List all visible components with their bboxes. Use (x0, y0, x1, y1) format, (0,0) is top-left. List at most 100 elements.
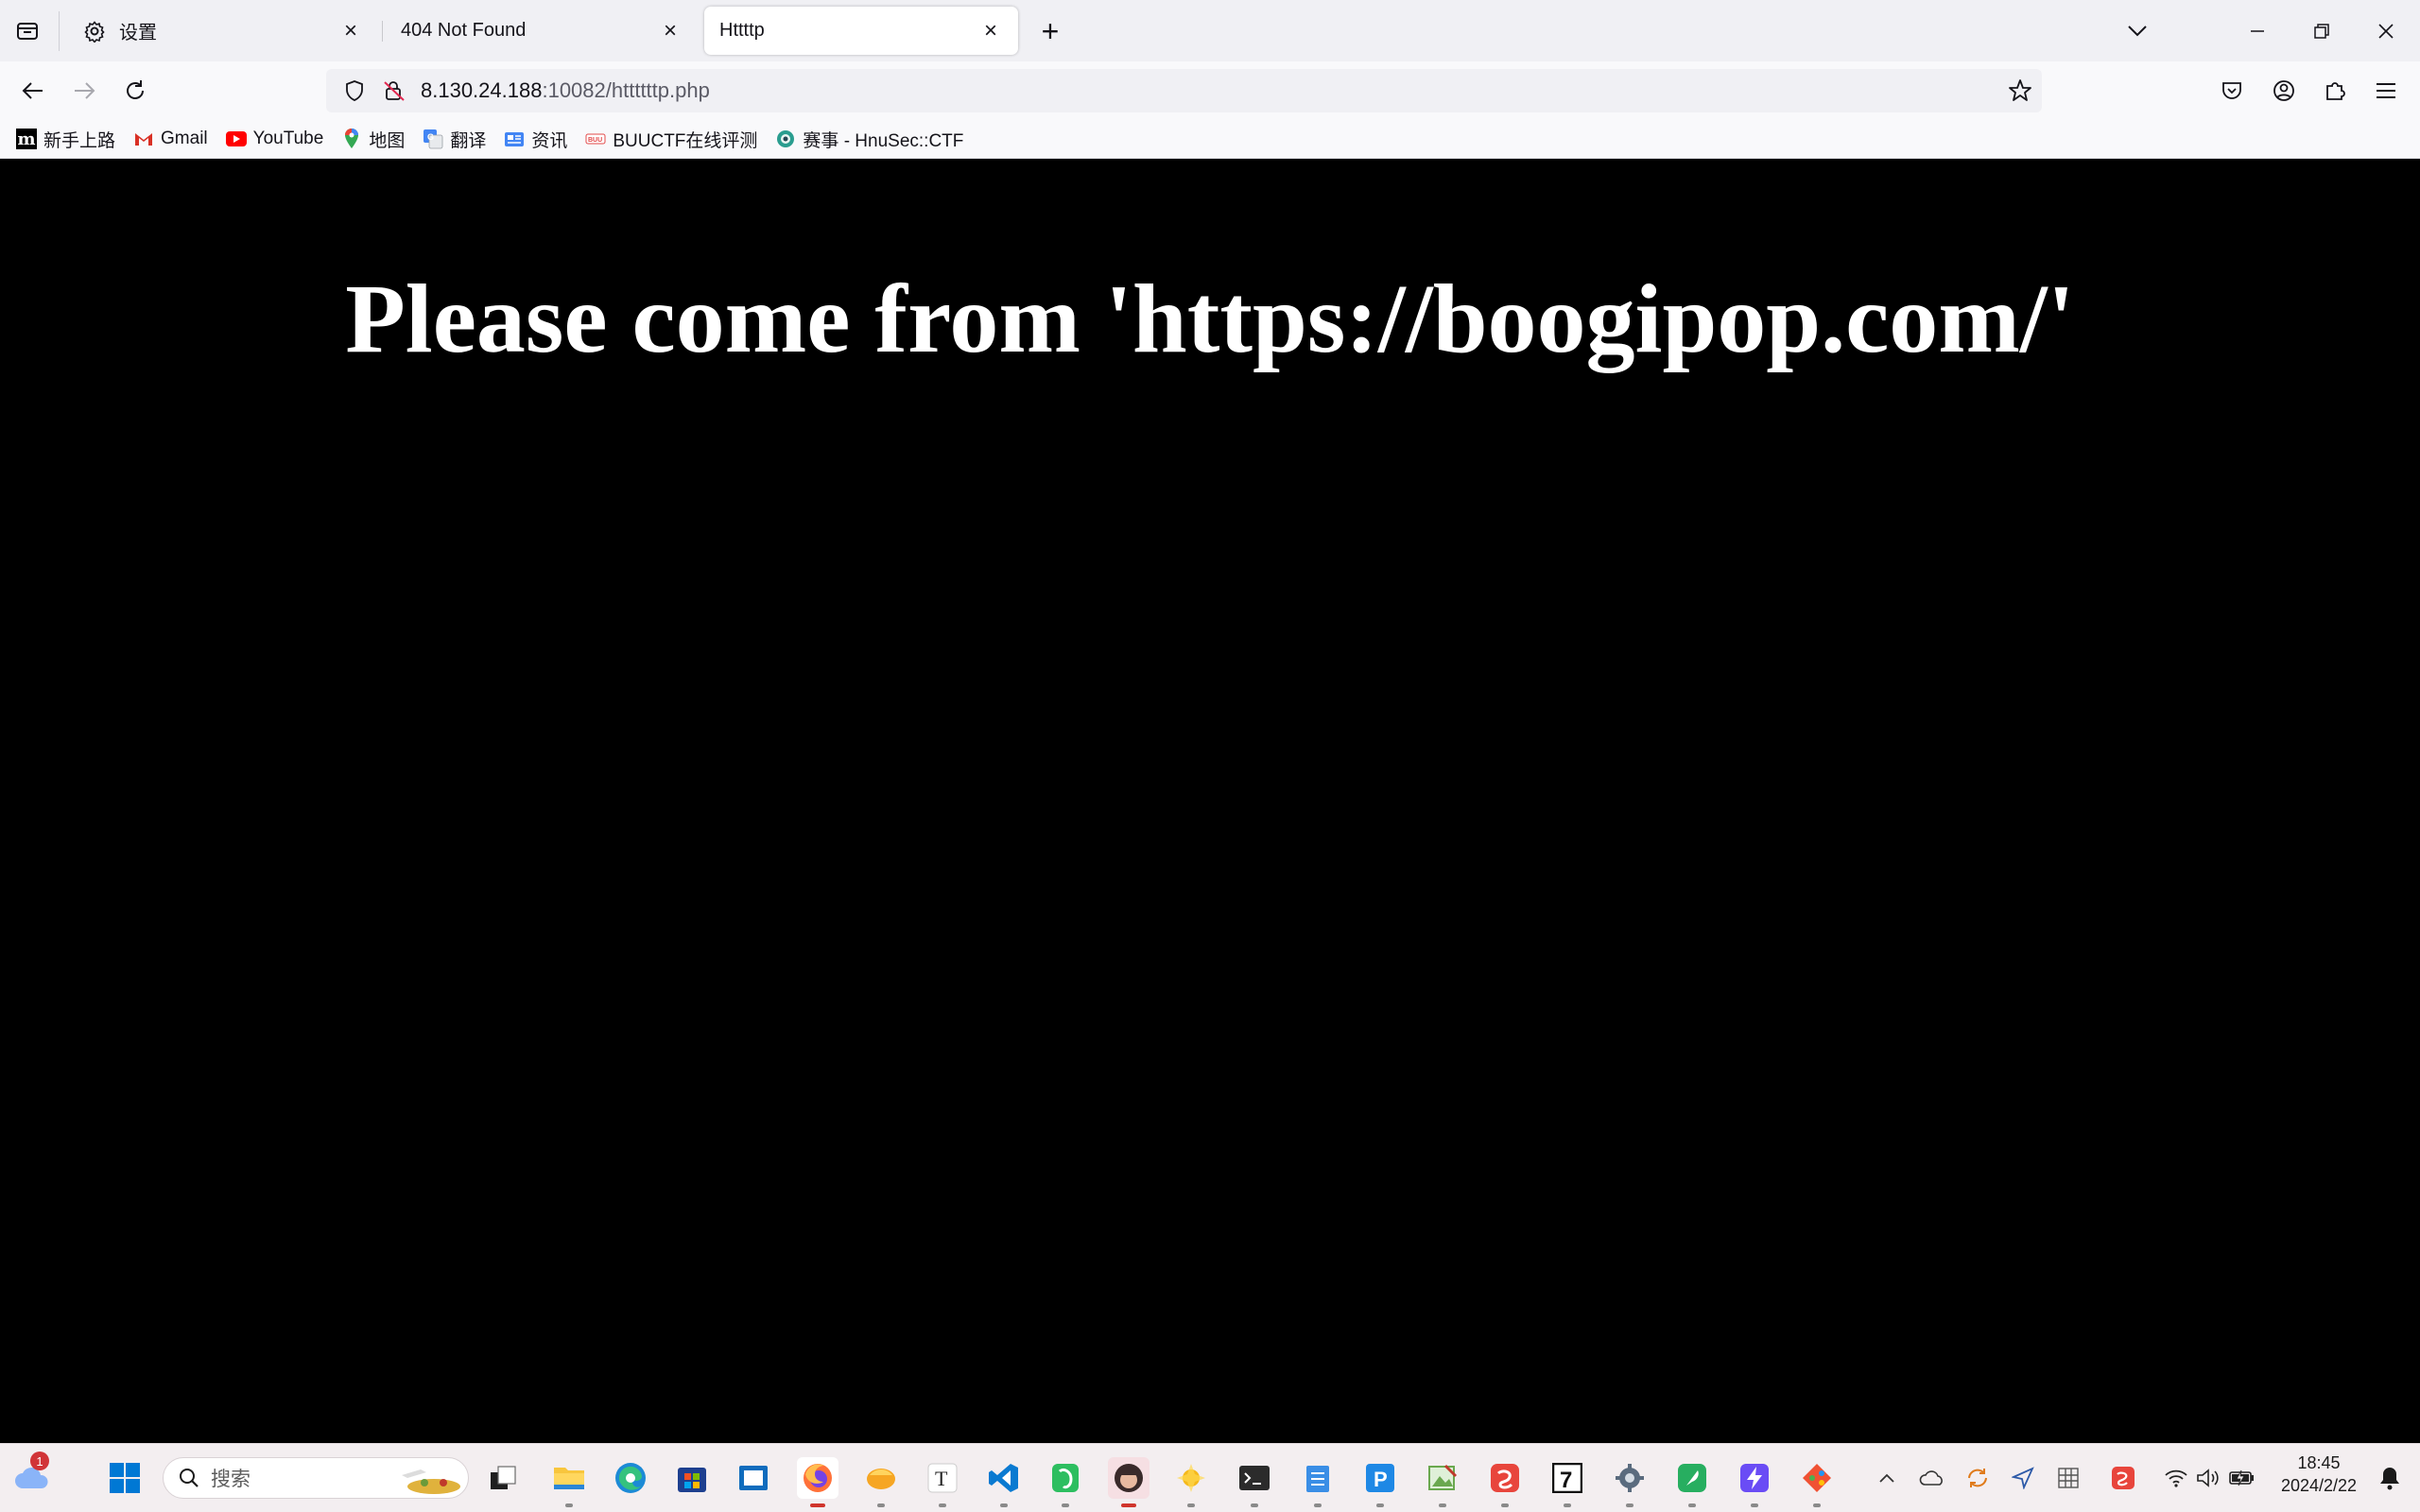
taskbar-app-p[interactable]: P (1359, 1457, 1401, 1507)
show-hidden-icons-button[interactable] (1872, 1463, 1902, 1493)
sync-tray[interactable] (1962, 1463, 1993, 1493)
url-text[interactable]: 8.130.24.188:10082/httttttp.php (421, 78, 710, 103)
taskbar-app-bolt[interactable] (1734, 1457, 1775, 1507)
taskbar-app-terminal[interactable] (1234, 1457, 1275, 1507)
onedrive-tray[interactable] (1917, 1463, 1947, 1493)
app-menu-button[interactable] (2363, 68, 2409, 113)
bookmark-news[interactable]: 资讯 (503, 127, 567, 152)
taskbar: 1 搜索 T P 7 18:45 2024/2/22 (0, 1443, 2420, 1512)
bookmark-getting-started[interactable]: m 新手上路 (15, 127, 115, 152)
translate-icon: G (422, 128, 444, 150)
arrow-right-icon (75, 82, 95, 99)
tab-settings[interactable]: 设置 × (66, 7, 378, 55)
close-icon[interactable]: × (978, 18, 1003, 43)
search-icon (180, 1469, 199, 1487)
input-method-tray[interactable] (2053, 1463, 2083, 1493)
chevron-up-icon (1879, 1473, 1894, 1483)
bookmark-label: YouTube (252, 129, 324, 148)
terminal-icon (1239, 1466, 1270, 1490)
volume-tray[interactable] (2193, 1463, 2223, 1493)
battery-tray[interactable] (2227, 1463, 2257, 1493)
running-indicator (1688, 1503, 1696, 1507)
pocket-button[interactable] (2209, 68, 2255, 113)
bookmark-star-icon[interactable] (2008, 78, 2032, 108)
running-indicator (939, 1503, 946, 1507)
taskbar-app-firefox[interactable] (797, 1457, 838, 1507)
bookmark-hnusec[interactable]: 赛事 - HnuSec::CTF (774, 127, 963, 152)
back-button[interactable] (10, 68, 56, 113)
taskbar-app-avatar[interactable] (1108, 1457, 1150, 1507)
bookmark-buuctf[interactable]: BUU BUUCTF在线评测 (584, 127, 757, 152)
taskbar-app-file-explorer[interactable] (548, 1457, 590, 1507)
task-view-button[interactable] (482, 1457, 524, 1499)
shield-icon[interactable] (339, 79, 370, 102)
close-icon[interactable]: × (658, 18, 683, 43)
running-indicator (1121, 1503, 1136, 1507)
extensions-button[interactable] (2312, 68, 2358, 113)
bookmarks-toolbar: m 新手上路 Gmail YouTube 地图 G 翻译 资讯 BUU BUUC… (0, 120, 2420, 159)
taskbar-app-evernote[interactable] (1045, 1457, 1086, 1507)
weather-widget[interactable]: 1 (11, 1452, 53, 1499)
mango-app-icon (867, 1469, 895, 1489)
taskbar-app-edge[interactable] (610, 1457, 651, 1499)
close-window-button[interactable] (2354, 0, 2418, 61)
puzzle-icon (2326, 82, 2345, 100)
insecure-lock-icon[interactable] (379, 79, 409, 102)
taskbar-app-typora[interactable]: T (922, 1457, 963, 1507)
taskbar-app-7zip[interactable]: 7 (1547, 1457, 1588, 1507)
taskbar-app-feather[interactable] (1671, 1457, 1713, 1507)
taskbar-app-git[interactable] (1796, 1457, 1838, 1507)
wps-tray[interactable] (2108, 1463, 2138, 1493)
taskbar-app-mango[interactable] (860, 1457, 902, 1507)
keyboard-grid-icon (2058, 1468, 2079, 1488)
firefox-view-icon (17, 23, 38, 40)
taskbar-app-settings[interactable] (1609, 1457, 1651, 1507)
gear-icon (81, 18, 108, 44)
restore-button[interactable] (2290, 0, 2354, 61)
bookmark-label: BUUCTF在线评测 (613, 130, 758, 151)
bookmark-youtube[interactable]: YouTube (225, 128, 324, 150)
taskbar-app-microsoft-store[interactable] (671, 1457, 713, 1499)
taskbar-search[interactable]: 搜索 (163, 1457, 469, 1499)
svg-text:G: G (427, 132, 434, 142)
running-indicator (1062, 1503, 1069, 1507)
close-icon (2378, 23, 2394, 39)
list-all-tabs-button[interactable] (2118, 11, 2157, 51)
tab-title: 设置 (119, 23, 157, 43)
svg-text:P: P (1374, 1468, 1388, 1491)
account-button[interactable] (2261, 68, 2307, 113)
firefox-icon (804, 1464, 832, 1492)
forward-button[interactable] (61, 68, 107, 113)
gmail-icon (132, 128, 155, 150)
address-bar[interactable]: 8.130.24.188:10082/httttttp.php (326, 69, 2042, 112)
taskbar-app-pinwheel[interactable] (1170, 1457, 1212, 1507)
minimize-button[interactable] (2225, 0, 2290, 61)
bookmark-maps[interactable]: 地图 (340, 127, 405, 152)
firefox-view-button[interactable] (8, 11, 47, 51)
notifications-button[interactable] (2375, 1463, 2405, 1493)
svg-text:BUU: BUU (588, 137, 602, 144)
arrow-left-icon (22, 82, 43, 99)
taskbar-app-whiteboard[interactable] (733, 1457, 774, 1499)
settings-gear-icon (1616, 1464, 1644, 1492)
system-clock[interactable]: 18:45 2024/2/22 (2267, 1452, 2371, 1497)
bookmark-translate[interactable]: G 翻译 (422, 127, 486, 152)
hnusec-icon (774, 128, 797, 150)
bookmark-gmail[interactable]: Gmail (132, 128, 208, 150)
send-tray[interactable] (2008, 1463, 2038, 1493)
start-button[interactable] (104, 1457, 146, 1499)
bookmark-label: 地图 (369, 130, 406, 151)
taskbar-app-photo[interactable] (1422, 1457, 1463, 1507)
running-indicator (1251, 1503, 1258, 1507)
close-icon[interactable]: × (338, 18, 363, 43)
reload-button[interactable] (112, 68, 158, 113)
vscode-icon (989, 1464, 1018, 1492)
new-tab-button[interactable]: + (1030, 11, 1070, 51)
tab-404[interactable]: 404 Not Found × (386, 7, 698, 55)
network-tray[interactable] (2161, 1463, 2191, 1493)
taskbar-app-wps[interactable] (1484, 1457, 1526, 1507)
notepad-icon (1306, 1466, 1329, 1492)
taskbar-app-vscode[interactable] (983, 1457, 1025, 1507)
taskbar-app-notepad[interactable] (1297, 1457, 1339, 1507)
tab-httttp[interactable]: Httttp × (704, 7, 1018, 55)
